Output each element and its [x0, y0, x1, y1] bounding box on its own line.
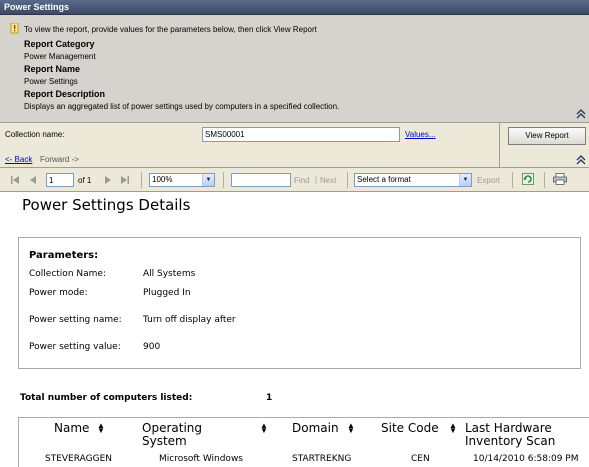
instruction-text: To view the report, provide values for t…: [24, 25, 317, 34]
sort-icon[interactable]: ▲ ▼: [97, 422, 105, 435]
find-input[interactable]: [231, 173, 291, 187]
last-page-icon[interactable]: [120, 175, 130, 185]
report-description-label: Report Description: [24, 89, 106, 99]
table-cell: STEVERAGGEN: [45, 454, 112, 464]
refresh-icon[interactable]: [522, 173, 534, 185]
window-title: Power Settings: [4, 2, 70, 12]
chevron-down-icon[interactable]: ▼: [202, 174, 214, 186]
previous-page-icon[interactable]: [28, 175, 38, 185]
export-format-select[interactable]: Select a format ▼: [354, 173, 472, 187]
param-value: Turn off display after: [143, 315, 236, 325]
print-icon[interactable]: [553, 173, 567, 185]
report-title: Power Settings Details: [22, 196, 191, 214]
values-link[interactable]: Values...: [405, 130, 436, 139]
column-header-domain[interactable]: Domain: [292, 422, 339, 435]
computers-table: Name ▲ ▼ Operating System ▲ ▼ Domain ▲ ▼ Si…: [18, 417, 589, 467]
window-title-bar: Power Settings: [0, 0, 589, 15]
report-name-label: Report Name: [24, 64, 81, 74]
forward-link[interactable]: Forward ->: [40, 155, 79, 164]
format-value: Select a format: [357, 175, 411, 184]
zoom-select[interactable]: 100% ▼: [149, 173, 215, 187]
zoom-value: 100%: [152, 175, 173, 184]
report-toolbar: of 1 100% ▼ Find | Next Select a format …: [0, 168, 589, 192]
find-separator: |: [315, 175, 318, 184]
param-key: Collection Name:: [29, 269, 106, 279]
column-header-site-code[interactable]: Site Code: [381, 422, 439, 435]
back-link[interactable]: <- Back: [5, 155, 32, 164]
report-viewer: Power Settings Details Parameters: Colle…: [0, 192, 589, 467]
toolbar-separator: [141, 172, 142, 188]
report-description-value: Displays an aggregated list of power set…: [24, 102, 340, 111]
chevron-down-icon[interactable]: ▼: [459, 174, 471, 186]
column-header-last-hardware-inventory-scan[interactable]: Last Hardware Inventory Scan: [465, 422, 575, 448]
toolbar-separator: [223, 172, 224, 188]
report-category-label: Report Category: [24, 39, 95, 49]
toolbar-separator: [544, 172, 545, 188]
param-key: Power setting name:: [29, 315, 122, 325]
collection-name-input[interactable]: [202, 127, 400, 142]
table-cell: STARTREKNG: [292, 454, 352, 464]
sort-icon[interactable]: ▲ ▼: [449, 422, 457, 435]
page-count-text: of 1: [78, 176, 92, 185]
report-name-value: Power Settings: [24, 77, 78, 86]
param-value: All Systems: [143, 269, 196, 279]
collection-name-label: Collection name:: [5, 130, 65, 139]
param-value: Plugged In: [143, 288, 191, 298]
find-next-link[interactable]: Next: [320, 176, 336, 185]
find-link[interactable]: Find: [294, 176, 310, 185]
report-category-value: Power Management: [24, 52, 96, 61]
parameters-heading: Parameters:: [29, 250, 99, 261]
first-page-icon[interactable]: [10, 175, 20, 185]
sort-icon[interactable]: ▲ ▼: [347, 422, 355, 435]
report-parameters-box: Parameters: Collection Name: All Systems…: [18, 237, 581, 369]
sort-icon[interactable]: ▲ ▼: [260, 422, 268, 435]
page-number-input[interactable]: [46, 173, 74, 187]
table-cell: CEN: [411, 454, 430, 464]
column-header-name[interactable]: Name: [54, 422, 89, 435]
toolbar-separator: [512, 172, 513, 188]
param-key: Power mode:: [29, 288, 88, 298]
table-cell: 10/14/2010 6:58:09 PM: [473, 454, 579, 464]
info-icon: [10, 23, 19, 34]
column-header-operating-system[interactable]: Operating System: [142, 422, 242, 448]
export-link[interactable]: Export: [477, 176, 500, 185]
total-computers-label: Total number of computers listed:: [20, 393, 193, 403]
table-cell: Microsoft Windows: [159, 454, 243, 464]
collection-parameter-row: Collection name: Values... View Report <…: [0, 123, 589, 168]
toolbar-separator: [347, 172, 348, 188]
view-report-button[interactable]: View Report: [508, 127, 586, 145]
param-value: 900: [143, 342, 161, 352]
total-computers-value: 1: [266, 393, 273, 403]
report-parameters-panel: To view the report, provide values for t…: [0, 15, 589, 123]
collapse-chevron-icon[interactable]: [575, 155, 587, 165]
divider: [499, 123, 500, 168]
param-key: Power setting value:: [29, 342, 121, 352]
next-page-icon[interactable]: [103, 175, 113, 185]
collapse-chevron-icon[interactable]: [575, 109, 587, 119]
